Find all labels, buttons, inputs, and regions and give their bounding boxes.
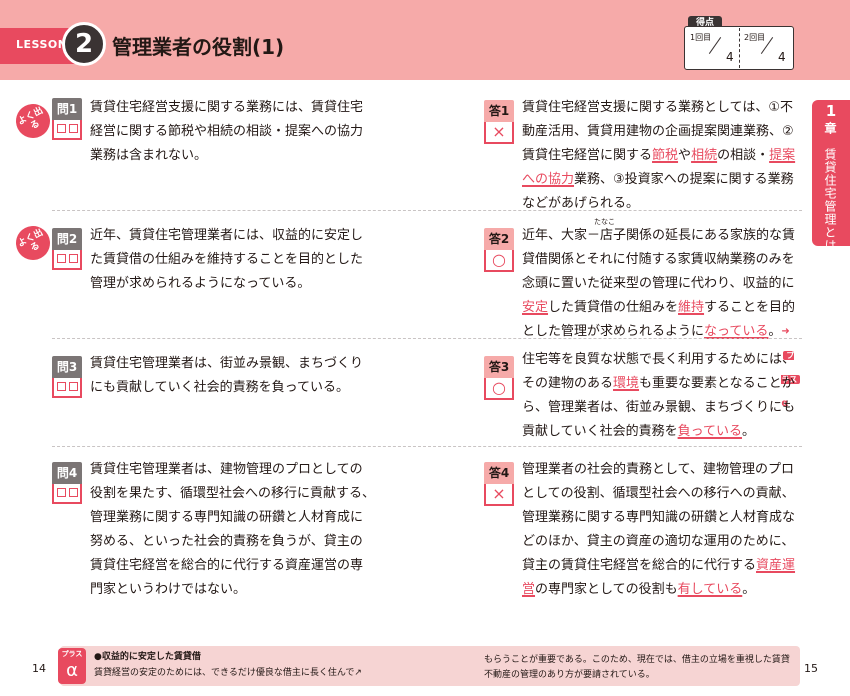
score-round2-label: 2回目 [744, 33, 766, 42]
question-line: 努める、といった社会的責務を負うが、貸主の [90, 534, 363, 549]
answer-text: 賃貸住宅経営支援に関する業務としては、①不動産活用、賃貸用建物の企画提案関連業務… [522, 96, 802, 216]
answer-keyword: 負っている [677, 424, 742, 439]
answer-text-run: の専門家としての役割も [535, 582, 678, 597]
answer-keyword: 節税 [652, 148, 679, 163]
question-line: た賃貸借の仕組みを維持することを目的とした [90, 252, 364, 267]
footer-heading: ●収益的に安定した賃貸借 [94, 652, 201, 662]
answer-keyword: なっている [704, 324, 769, 339]
score-round2-total: 4 [778, 50, 786, 64]
answer-text-run: した賃貸借の仕組みを [548, 300, 679, 315]
answer-keyword: 環境 [613, 376, 640, 391]
question-line: 管理業務に関する専門知識の研鑽と人材育成に [90, 510, 364, 525]
question-text: 賃貸住宅管理業者は、建物管理のプロとしての 役割を果たす、循環型社会への移行に貢… [90, 458, 390, 602]
lesson-number: 2 [74, 29, 94, 59]
answer-text: 近年、大家－店子関係の延長にある家族的な賃貸借関係とそれに付随する家賃収納業務の… [522, 224, 802, 409]
answer-keyword: 相続 [691, 148, 718, 163]
answer-badge: 答3 [484, 356, 514, 378]
answer-mark: × [484, 122, 514, 144]
question-line: 経営に関する節税や相続の相談・提案への協力 [90, 124, 364, 139]
question-badge: 問2 [52, 228, 82, 250]
chapter-label: 章 [823, 122, 837, 134]
footer-text-line: 賃貸経営の安定のためには、できるだけ優良な借主に長く住んで↗ [94, 668, 362, 678]
checkbox-round2[interactable] [69, 254, 78, 263]
footer-text-line: もらうことが重要である。このため、現在では、借主の立場を重視した賃貸 [484, 655, 790, 665]
chapter-title: 賃貸住宅管理とは [823, 148, 837, 252]
question-checkboxes [52, 484, 82, 504]
checkbox-round1[interactable] [57, 124, 66, 133]
answer-text-run: 。 [742, 582, 756, 597]
chapter-number: 1 [825, 102, 837, 120]
answer-text: 住宅等を良質な状態で長く利用するためには、その建物のある環境も重要な要素となるこ… [522, 348, 802, 444]
page-number-right: 15 [804, 662, 818, 675]
answer-mark: ○ [484, 250, 514, 272]
answer-text-run: や [678, 148, 692, 163]
answer-badge: 答1 [484, 100, 514, 122]
question-text: 賃貸住宅管理業者は、街並み景観、まちづくり にも貢献していく社会的責務を負ってい… [90, 352, 390, 400]
frequent-badge: よく出る [10, 220, 56, 266]
question-line: 門家というわけではない。 [90, 582, 247, 597]
question-line: にも貢献していく社会的責務を負っている。 [90, 380, 349, 395]
question-line: 賃貸住宅経営支援に関する業務には、賃貸住宅 [90, 100, 364, 115]
answer-text-run: の相談・ [717, 148, 770, 163]
question-text: 賃貸住宅経営支援に関する業務には、賃貸住宅 経営に関する節税や相続の相談・提案へ… [90, 96, 390, 168]
question-line: 業務は含まれない。 [90, 148, 208, 163]
question-line: 役割を果たす、循環型社会への移行に貢献する、 [90, 486, 375, 501]
question-badge: 問3 [52, 356, 82, 378]
question-checkboxes [52, 120, 82, 140]
answer-text-run: 近年、大家－店子関係の延長にある家族的な賃貸借関係とそれに付随する家賃収納業務の… [522, 228, 796, 291]
score-round1-total: 4 [726, 50, 734, 64]
frequent-badge: よく出る [10, 98, 56, 144]
checkbox-round1[interactable] [57, 382, 66, 391]
question-checkboxes [52, 250, 82, 270]
answer-text-run: 。 [741, 424, 755, 439]
alpha-icon: α [66, 660, 78, 681]
answer-keyword: 安定 [522, 300, 549, 315]
checkbox-round1[interactable] [57, 488, 66, 497]
checkbox-round2[interactable] [69, 488, 78, 497]
question-badge: 問1 [52, 98, 82, 120]
answer-mark: × [484, 484, 514, 506]
question-badge: 問4 [52, 462, 82, 484]
lesson-label: LESSON [16, 38, 68, 51]
answer-keyword: 維持 [678, 300, 705, 315]
checkbox-round2[interactable] [69, 382, 78, 391]
page-number-left: 14 [32, 662, 46, 675]
section-divider [52, 338, 802, 339]
question-line: 管理が求められるようになっている。 [90, 276, 311, 291]
answer-text: 管理業者の社会的責務として、建物管理のプロとしての役割、循環型社会への移行への貢… [522, 458, 802, 602]
checkbox-round2[interactable] [69, 124, 78, 133]
answer-badge: 答2 [484, 228, 514, 250]
question-line: 賃貸住宅管理業者は、街並み景観、まちづくり [90, 356, 364, 371]
answer-badge: 答4 [484, 462, 514, 484]
question-line: 近年、賃貸住宅管理業者には、収益的に安定し [90, 228, 364, 243]
answer-text-run: 。 [768, 324, 782, 339]
footer-text-line: 不動産の管理のあり方が要請されている。 [484, 670, 655, 680]
section-divider [52, 210, 802, 211]
question-line: 賃貸住宅経営を総合的に代行する資産運営の専 [90, 558, 364, 573]
section-divider [52, 446, 802, 447]
answer-keyword: 有している [677, 582, 743, 597]
page-title: 管理業者の役割(1) [112, 35, 285, 59]
plus-label: プラス [61, 650, 83, 658]
answer-mark: ○ [484, 378, 514, 400]
answer-text-run: 住宅経営に関する [548, 148, 653, 163]
question-text: 近年、賃貸住宅管理業者には、収益的に安定し た賃貸借の仕組みを維持することを目的… [90, 224, 390, 296]
question-line: 賃貸住宅管理業者は、建物管理のプロとしての [90, 462, 363, 477]
score-round1-label: 1回目 [690, 33, 712, 42]
score-divider [739, 28, 740, 68]
question-checkboxes [52, 378, 82, 398]
answer-text-run: 管理業者の社会的責務として、建物管理のプロとしての役割、循環型社会への移行への貢… [522, 462, 796, 573]
checkbox-round1[interactable] [57, 254, 66, 263]
